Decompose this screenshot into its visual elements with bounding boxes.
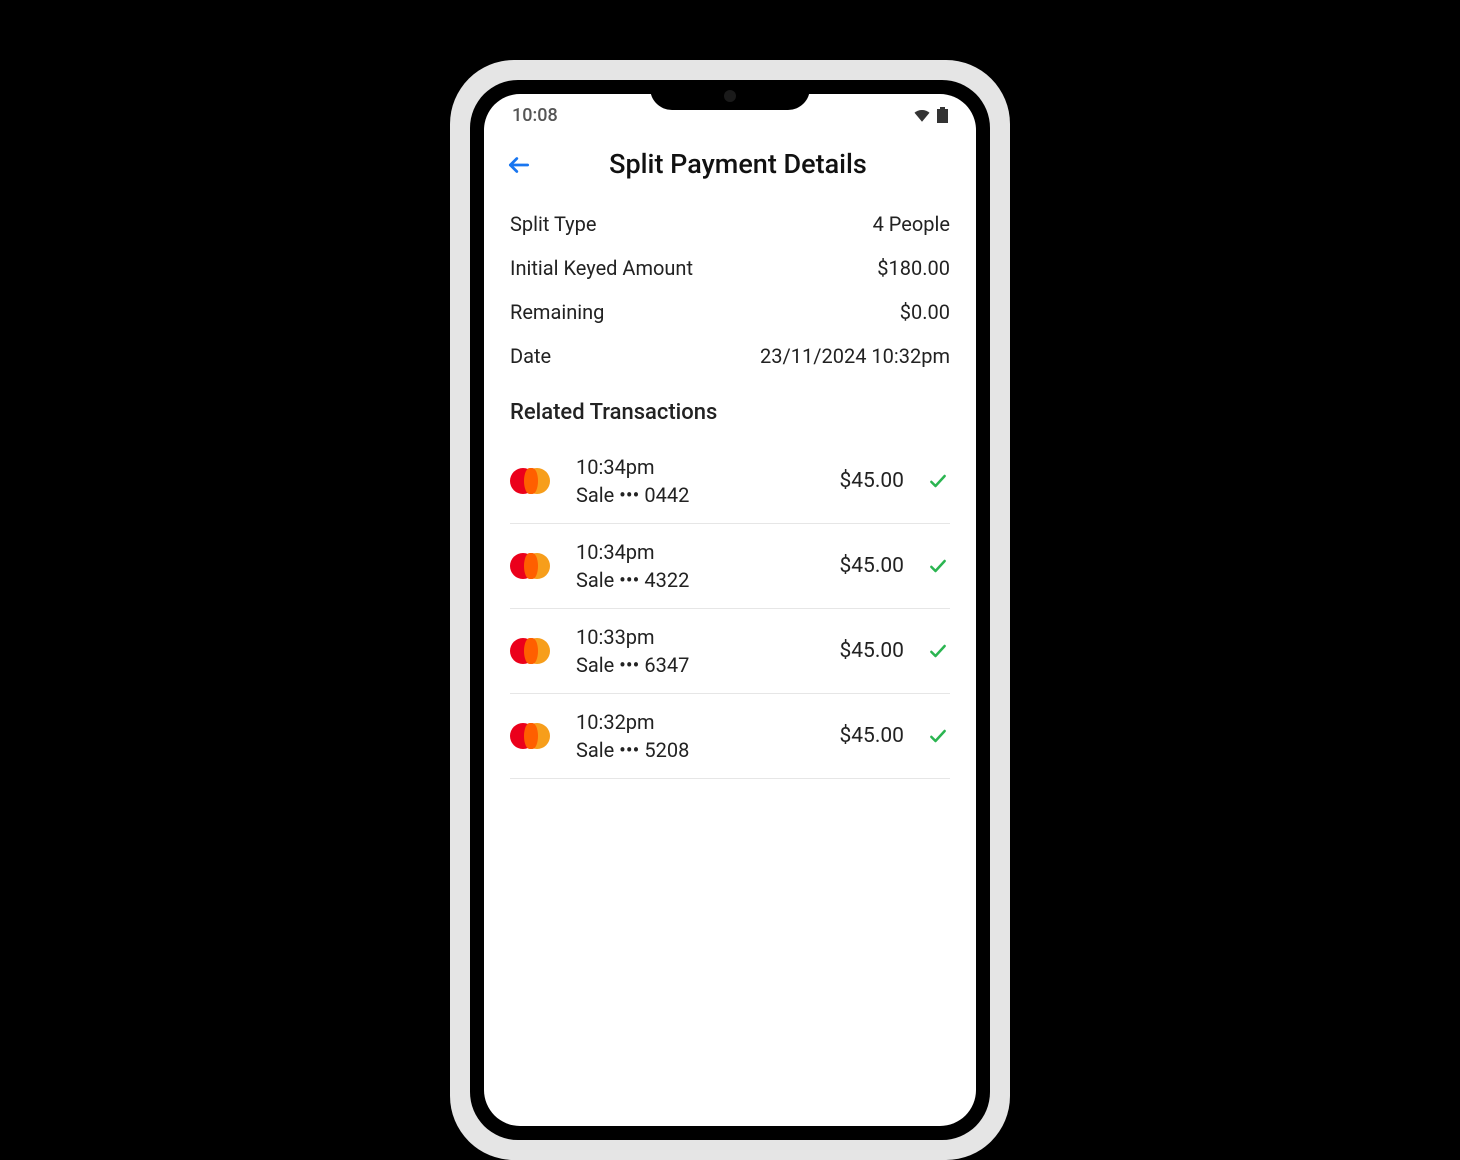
transaction-description: Sale ••• 5208 <box>576 738 821 762</box>
transaction-time: 10:32pm <box>576 710 821 734</box>
transaction-row[interactable]: 10:33pm Sale ••• 6347 $45.00 <box>510 609 950 694</box>
transaction-row[interactable]: 10:32pm Sale ••• 5208 $45.00 <box>510 694 950 779</box>
summary-label: Initial Keyed Amount <box>510 256 693 280</box>
checkmark-icon <box>926 726 950 746</box>
transaction-time: 10:33pm <box>576 625 821 649</box>
transaction-time: 10:34pm <box>576 455 821 479</box>
transaction-description: Sale ••• 0442 <box>576 483 821 507</box>
phone-screen: 10:08 <box>484 94 976 1126</box>
app-header: Split Payment Details <box>484 130 976 194</box>
wifi-icon <box>913 108 931 122</box>
transaction-description: Sale ••• 4322 <box>576 568 821 592</box>
mastercard-icon <box>510 723 558 749</box>
summary-value: 4 People <box>873 212 950 236</box>
summary-value: $0.00 <box>900 300 950 324</box>
mastercard-icon <box>510 468 558 494</box>
transaction-info: 10:33pm Sale ••• 6347 <box>576 625 821 677</box>
transactions-list: 10:34pm Sale ••• 0442 $45.00 10:34pm Sal… <box>484 435 976 779</box>
transaction-row[interactable]: 10:34pm Sale ••• 0442 $45.00 <box>510 439 950 524</box>
summary-label: Split Type <box>510 212 596 236</box>
mastercard-icon <box>510 638 558 664</box>
summary-value: 23/11/2024 10:32pm <box>760 344 950 368</box>
status-time: 10:08 <box>512 105 558 126</box>
transaction-info: 10:34pm Sale ••• 4322 <box>576 540 821 592</box>
transaction-amount: $45.00 <box>839 724 904 748</box>
summary-row-remaining: Remaining $0.00 <box>510 290 950 334</box>
transaction-time: 10:34pm <box>576 540 821 564</box>
related-transactions-heading: Related Transactions <box>484 382 976 435</box>
checkmark-icon <box>926 471 950 491</box>
transaction-amount: $45.00 <box>839 469 904 493</box>
battery-icon <box>937 107 948 123</box>
summary-row-date: Date 23/11/2024 10:32pm <box>510 334 950 378</box>
phone-bezel: 10:08 <box>470 80 990 1140</box>
transaction-amount: $45.00 <box>839 554 904 578</box>
mastercard-icon <box>510 553 558 579</box>
page-title: Split Payment Details <box>522 148 954 180</box>
summary-label: Date <box>510 344 551 368</box>
phone-device-frame: 10:08 <box>450 60 1010 1160</box>
summary-row-split-type: Split Type 4 People <box>510 202 950 246</box>
summary-label: Remaining <box>510 300 604 324</box>
transaction-info: 10:34pm Sale ••• 0442 <box>576 455 821 507</box>
checkmark-icon <box>926 556 950 576</box>
transaction-info: 10:32pm Sale ••• 5208 <box>576 710 821 762</box>
transaction-description: Sale ••• 6347 <box>576 653 821 677</box>
transaction-amount: $45.00 <box>839 639 904 663</box>
summary-row-initial-amount: Initial Keyed Amount $180.00 <box>510 246 950 290</box>
summary-value: $180.00 <box>877 256 950 280</box>
transaction-row[interactable]: 10:34pm Sale ••• 4322 $45.00 <box>510 524 950 609</box>
summary-section: Split Type 4 People Initial Keyed Amount… <box>484 194 976 382</box>
checkmark-icon <box>926 641 950 661</box>
phone-notch <box>650 80 810 110</box>
